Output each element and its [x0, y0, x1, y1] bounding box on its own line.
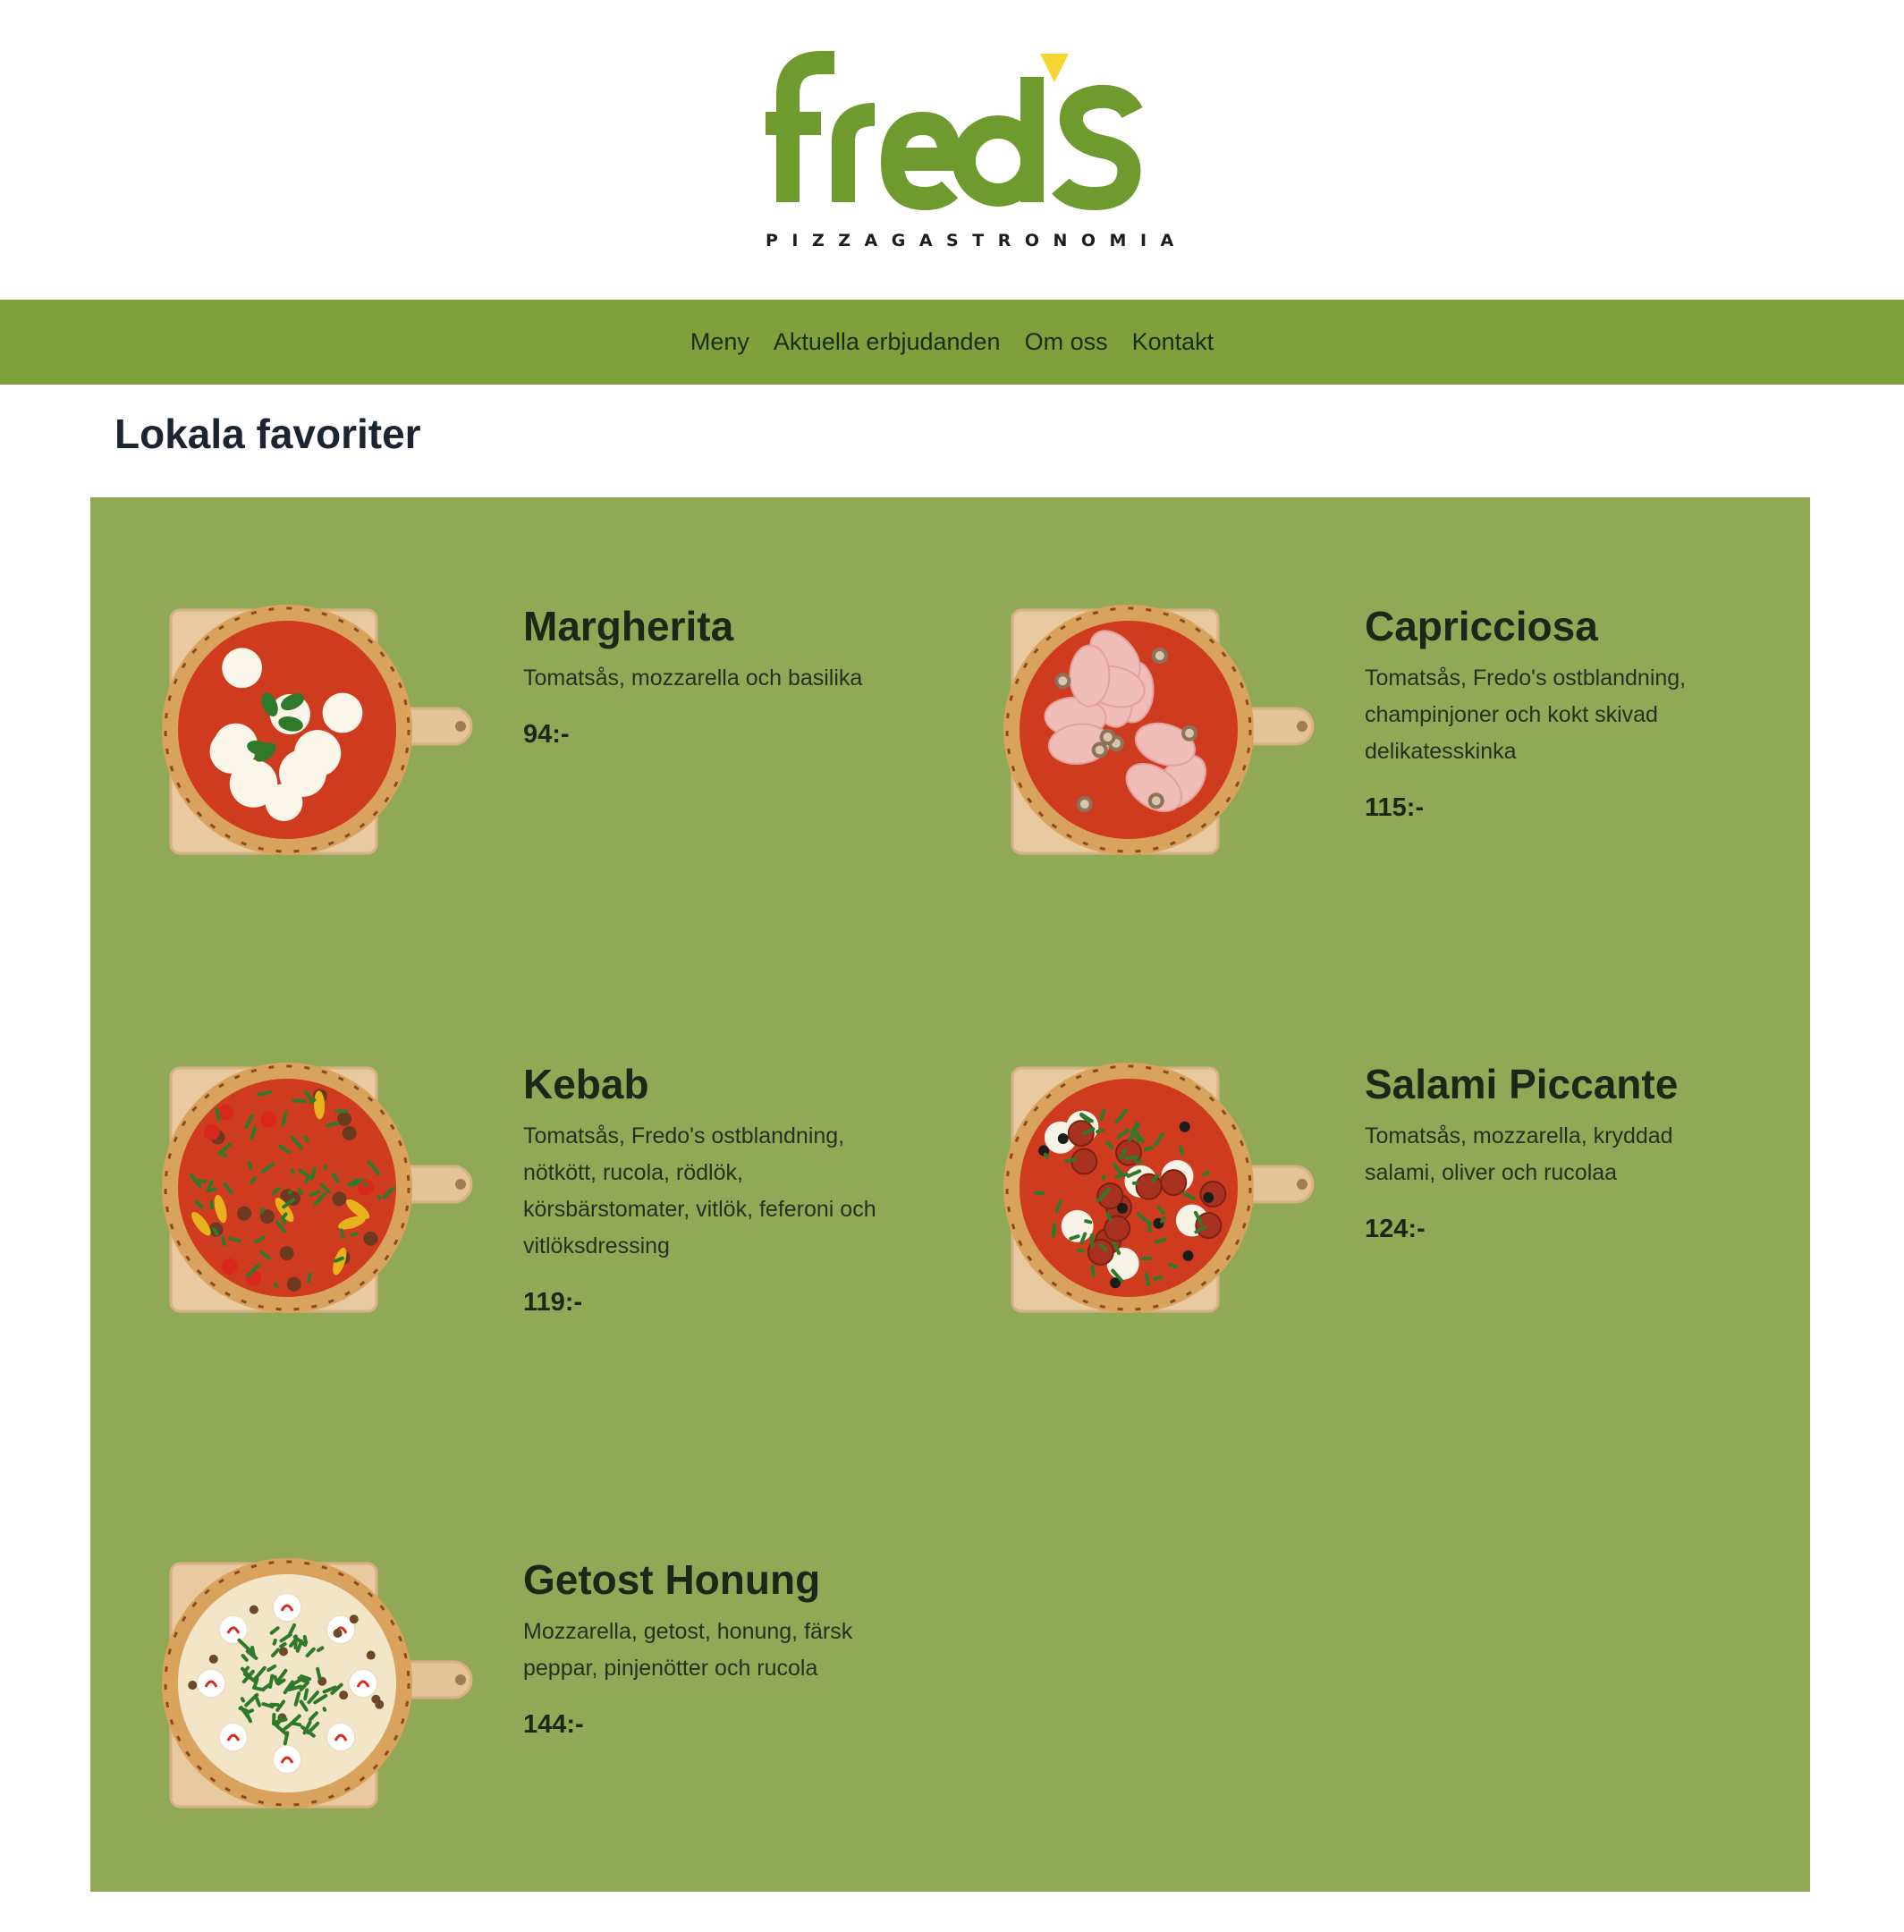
menu-item-price: 115:-: [1365, 793, 1425, 822]
pizza-image[interactable]: [1003, 1052, 1343, 1347]
nav-item-meny[interactable]: Meny: [690, 325, 749, 360]
pizza-image[interactable]: [1003, 594, 1343, 889]
menu-item-price: 144:-: [523, 1710, 584, 1739]
menu-item-description: Tomatsås, mozzarella, kryddad salami, ol…: [1365, 1123, 1673, 1185]
menu-item-description: Tomatsås, mozzarella och basilika: [523, 665, 863, 691]
menu-item-price: 124:-: [1365, 1215, 1426, 1243]
menu-item-info: Kebab Tomatsås, Fredo's ostblandning, nö…: [523, 1059, 899, 1320]
pizza-illustration: [162, 1063, 473, 1313]
section-title: Lokala favoriter: [114, 411, 421, 457]
pizza-illustration: [162, 605, 473, 855]
menu-item-getost-honung: Getost Honung Mozzarella, getost, honung…: [162, 1547, 949, 1923]
fredos-logo[interactable]: PIZZAGASTRONOMIA: [758, 41, 1188, 256]
pizza-illustration: [1003, 605, 1315, 855]
menu-item-name: Getost Honung: [523, 1556, 821, 1603]
pizza-illustration: [1003, 1063, 1315, 1313]
menu-item-description: Mozzarella, getost, honung, färsk peppar…: [523, 1619, 853, 1681]
nav-item-kontakt[interactable]: Kontakt: [1132, 325, 1214, 360]
main-nav: Meny Aktuella erbjudanden Om oss Kontakt: [0, 300, 1904, 385]
menu-item-info: Capricciosa Tomatsås, Fredo's ostblandni…: [1365, 601, 1740, 826]
pizza-image[interactable]: [162, 1547, 502, 1843]
site-header: PIZZAGASTRONOMIA: [0, 0, 1904, 300]
menu-item-description: Tomatsås, Fredo's ostblandning, nötkött,…: [523, 1123, 876, 1258]
nav-item-aktuella-erbjudanden[interactable]: Aktuella erbjudanden: [774, 325, 1001, 360]
menu-item-info: Getost Honung Mozzarella, getost, honung…: [523, 1555, 899, 1742]
menu-item-description: Tomatsås, Fredo's ostblandning, champinj…: [1365, 665, 1687, 764]
menu-item-name: Salami Piccante: [1365, 1061, 1679, 1107]
menu-item-price: 119:-: [523, 1288, 583, 1317]
menu-item-capricciosa: Capricciosa Tomatsås, Fredo's ostblandni…: [1003, 594, 1790, 970]
logo-tagline: PIZZAGASTRONOMIA: [766, 231, 1188, 250]
menu-item-name: Margherita: [523, 603, 734, 649]
menu-item-kebab: Kebab Tomatsås, Fredo's ostblandning, nö…: [162, 1052, 949, 1428]
menu-item-price: 94:-: [523, 720, 570, 749]
menu-item-name: Capricciosa: [1365, 603, 1598, 649]
fredos-logo-mark: [766, 51, 1143, 211]
menu-item-name: Kebab: [523, 1061, 649, 1107]
menu-item-info: Margherita Tomatsås, mozzarella och basi…: [523, 601, 899, 752]
pizza-image[interactable]: [162, 594, 502, 889]
pizza-illustration: [162, 1558, 473, 1809]
menu-item-margherita: Margherita Tomatsås, mozzarella och basi…: [162, 594, 949, 970]
pizza-image[interactable]: [162, 1052, 502, 1347]
menu-item-salami-piccante: Salami Piccante Tomatsås, mozzarella, kr…: [1003, 1052, 1790, 1428]
menu-panel: Margherita Tomatsås, mozzarella och basi…: [90, 497, 1810, 1892]
nav-item-om-oss[interactable]: Om oss: [1025, 325, 1108, 360]
menu-item-info: Salami Piccante Tomatsås, mozzarella, kr…: [1365, 1059, 1740, 1247]
